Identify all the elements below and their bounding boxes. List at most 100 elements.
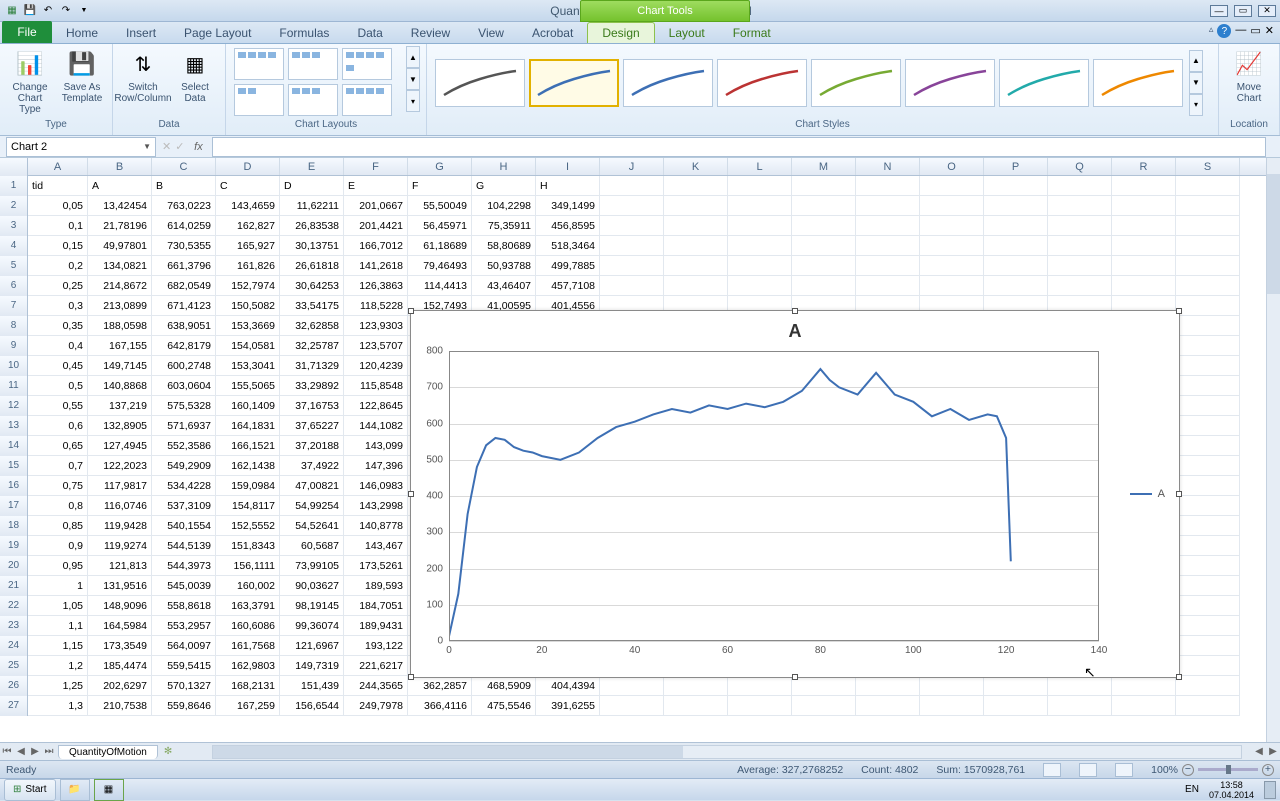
- cell[interactable]: 475,5546: [472, 696, 536, 716]
- cell[interactable]: 0,3: [28, 296, 88, 316]
- cell[interactable]: 168,2131: [216, 676, 280, 696]
- style-thumb-7[interactable]: [999, 59, 1089, 107]
- cell[interactable]: 0,1: [28, 216, 88, 236]
- view-page-layout-button[interactable]: [1079, 763, 1097, 777]
- row-header-23[interactable]: 23: [0, 616, 28, 636]
- cell[interactable]: 143,467: [344, 536, 408, 556]
- workbook-close-icon[interactable]: ✕: [1265, 24, 1274, 38]
- cell[interactable]: [792, 696, 856, 716]
- cell[interactable]: [1176, 476, 1240, 496]
- cell[interactable]: 11,62211: [280, 196, 344, 216]
- cell[interactable]: 167,259: [216, 696, 280, 716]
- cell[interactable]: 661,3796: [152, 256, 216, 276]
- row-header-27[interactable]: 27: [0, 696, 28, 716]
- cell[interactable]: 0,5: [28, 376, 88, 396]
- new-sheet-icon[interactable]: ✻: [164, 746, 172, 757]
- cell[interactable]: 173,3549: [88, 636, 152, 656]
- cell[interactable]: [1176, 456, 1240, 476]
- cell[interactable]: 0,85: [28, 516, 88, 536]
- cell[interactable]: [792, 216, 856, 236]
- style-scroll-down[interactable]: ▼: [1189, 72, 1203, 94]
- hscroll-right[interactable]: ▶: [1266, 746, 1280, 757]
- cell[interactable]: 1,05: [28, 596, 88, 616]
- cell[interactable]: 161,7568: [216, 636, 280, 656]
- column-header-E[interactable]: E: [280, 158, 344, 175]
- cell[interactable]: 161,826: [216, 256, 280, 276]
- cell[interactable]: 73,99105: [280, 556, 344, 576]
- row-header-25[interactable]: 25: [0, 656, 28, 676]
- cell[interactable]: 30,64253: [280, 276, 344, 296]
- zoom-level[interactable]: 100%: [1151, 764, 1178, 776]
- enter-icon[interactable]: ✓: [175, 140, 184, 153]
- cell[interactable]: 188,0598: [88, 316, 152, 336]
- cell[interactable]: [728, 176, 792, 196]
- row-header-1[interactable]: 1: [0, 176, 28, 196]
- cell[interactable]: 221,6217: [344, 656, 408, 676]
- row-header-21[interactable]: 21: [0, 576, 28, 596]
- cell[interactable]: [1176, 416, 1240, 436]
- cell[interactable]: [1112, 696, 1176, 716]
- cell[interactable]: [1176, 656, 1240, 676]
- cell[interactable]: [920, 676, 984, 696]
- cell[interactable]: 33,54175: [280, 296, 344, 316]
- cell[interactable]: 144,1082: [344, 416, 408, 436]
- cell[interactable]: 0,15: [28, 236, 88, 256]
- show-desktop-button[interactable]: [1264, 781, 1276, 799]
- cell[interactable]: 151,439: [280, 676, 344, 696]
- row-header-13[interactable]: 13: [0, 416, 28, 436]
- cell[interactable]: 118,5228: [344, 296, 408, 316]
- cell[interactable]: [1176, 496, 1240, 516]
- cell[interactable]: 0,45: [28, 356, 88, 376]
- cell[interactable]: A: [88, 176, 152, 196]
- cell[interactable]: 104,2298: [472, 196, 536, 216]
- tab-nav-first[interactable]: ⏮: [0, 746, 14, 757]
- tab-data[interactable]: Data: [343, 23, 396, 43]
- cell[interactable]: 163,3791: [216, 596, 280, 616]
- taskbar-explorer[interactable]: 📁: [60, 779, 90, 801]
- cell[interactable]: 763,0223: [152, 196, 216, 216]
- cell[interactable]: H: [536, 176, 600, 196]
- cell[interactable]: [792, 676, 856, 696]
- cell[interactable]: [600, 676, 664, 696]
- tab-acrobat[interactable]: Acrobat: [518, 23, 587, 43]
- cell[interactable]: [1176, 576, 1240, 596]
- cell[interactable]: [1176, 316, 1240, 336]
- cell[interactable]: [1048, 696, 1112, 716]
- cell[interactable]: 575,5328: [152, 396, 216, 416]
- column-header-G[interactable]: G: [408, 158, 472, 175]
- cell[interactable]: 185,4474: [88, 656, 152, 676]
- save-icon[interactable]: 💾: [22, 3, 38, 19]
- horizontal-scrollbar[interactable]: [212, 745, 1242, 759]
- cell[interactable]: [920, 236, 984, 256]
- cell[interactable]: [792, 276, 856, 296]
- resize-handle-nw[interactable]: [408, 308, 414, 314]
- workbook-restore-icon[interactable]: ▭: [1250, 24, 1260, 38]
- cell[interactable]: 201,0667: [344, 196, 408, 216]
- cell[interactable]: [1176, 636, 1240, 656]
- cell[interactable]: tid: [28, 176, 88, 196]
- cell[interactable]: [728, 276, 792, 296]
- cell[interactable]: G: [472, 176, 536, 196]
- row-header-10[interactable]: 10: [0, 356, 28, 376]
- cell[interactable]: 349,1499: [536, 196, 600, 216]
- vertical-scrollbar[interactable]: [1266, 158, 1280, 742]
- cell[interactable]: 201,4421: [344, 216, 408, 236]
- cell[interactable]: 37,65227: [280, 416, 344, 436]
- cell[interactable]: [984, 236, 1048, 256]
- cell[interactable]: [920, 196, 984, 216]
- cell[interactable]: 137,219: [88, 396, 152, 416]
- zoom-in-button[interactable]: +: [1262, 764, 1274, 776]
- cell[interactable]: 0,95: [28, 556, 88, 576]
- row-header-14[interactable]: 14: [0, 436, 28, 456]
- cell[interactable]: 0,4: [28, 336, 88, 356]
- cell[interactable]: 61,18689: [408, 236, 472, 256]
- cell[interactable]: [792, 196, 856, 216]
- zoom-slider[interactable]: [1198, 768, 1258, 771]
- cell[interactable]: 119,9274: [88, 536, 152, 556]
- cell[interactable]: 37,20188: [280, 436, 344, 456]
- cell[interactable]: 213,0899: [88, 296, 152, 316]
- cell[interactable]: [1176, 276, 1240, 296]
- hscroll-left[interactable]: ◀: [1252, 746, 1266, 757]
- cell[interactable]: 166,7012: [344, 236, 408, 256]
- cell[interactable]: 0,55: [28, 396, 88, 416]
